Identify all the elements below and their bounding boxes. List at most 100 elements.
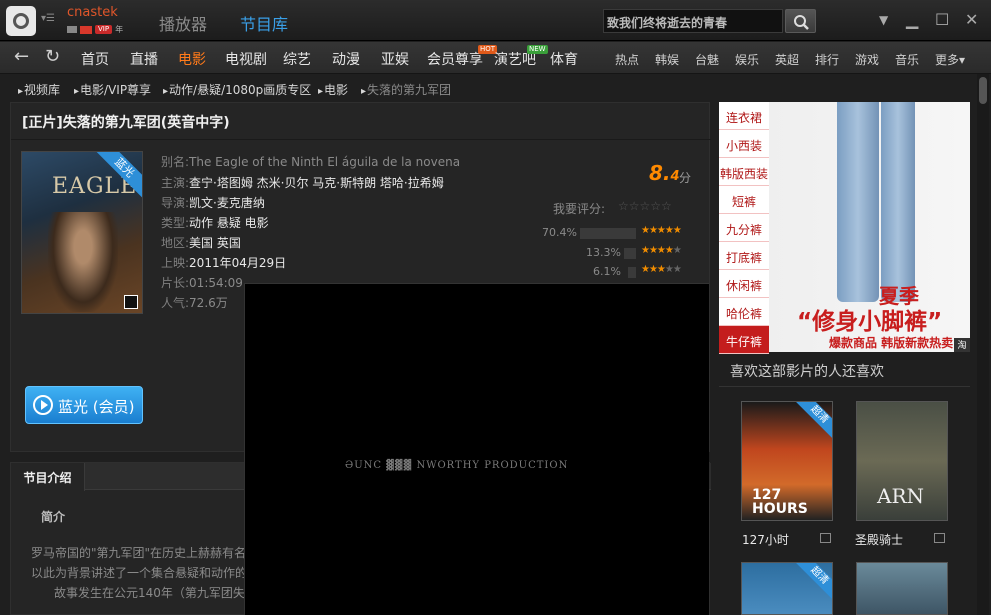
back-arrow-icon[interactable]: ← bbox=[14, 46, 29, 67]
nav-right-epl[interactable]: 英超 bbox=[775, 51, 799, 68]
score-unit: 分 bbox=[679, 171, 692, 185]
intro-line: 故事发生在公元140年（第九军团失 bbox=[54, 586, 245, 600]
popularity-value: 72.6万 bbox=[189, 296, 228, 310]
nav-item-sports[interactable]: 体育 bbox=[550, 49, 578, 69]
nav-right-taiwan[interactable]: 台魅 bbox=[695, 51, 719, 68]
jeans-image bbox=[837, 102, 879, 302]
crumb-movie-vip[interactable]: 电影/VIP尊享 bbox=[74, 81, 151, 98]
nav-item-movie[interactable]: 电影 bbox=[178, 49, 206, 69]
alias-row: 别名:The Eagle of the Ninth El águila de l… bbox=[161, 155, 461, 169]
region-value[interactable]: 美国 英国 bbox=[189, 236, 241, 250]
search-button[interactable] bbox=[785, 9, 816, 33]
director-row: 导演:凯文·麦克唐纳 bbox=[161, 196, 265, 210]
vip-badge: VIP bbox=[95, 25, 113, 34]
intro-line: 以此为背景讲述了一个集合悬疑和动作的 bbox=[31, 566, 248, 580]
intro-line: 罗马帝国的"第九军团"在历史上赫赫有名 bbox=[31, 546, 247, 560]
alias-value: The Eagle of the Ninth El águila de la n… bbox=[189, 155, 461, 169]
popularity-row: 人气:72.6万 bbox=[161, 296, 228, 310]
nav-right-ent[interactable]: 娱乐 bbox=[735, 51, 759, 68]
user-name[interactable]: cnastek bbox=[67, 5, 118, 20]
new-tag: NEW bbox=[527, 45, 548, 54]
close-icon[interactable]: ✕ bbox=[965, 10, 978, 29]
title-bar: ▾☰ cnastek VIP 年 播放器 节目库 致我们终将逝去的青春 ▼ ▁ … bbox=[0, 0, 991, 41]
divider bbox=[11, 139, 711, 140]
nav-item-variety[interactable]: 综艺 bbox=[283, 49, 311, 69]
dropdown-icon[interactable]: ▼ bbox=[879, 13, 888, 27]
nav-item-asia[interactable]: 亚娱 bbox=[381, 49, 409, 69]
ad-item[interactable]: 短裤 bbox=[719, 186, 769, 214]
nav-right-music[interactable]: 音乐 bbox=[895, 51, 919, 68]
recommend-poster[interactable]: ARN bbox=[856, 401, 948, 521]
ad-menu: 连衣裙 小西装 韩版西装 短裤 九分裤 打底裤 休闲裤 哈伦裤 牛仔裤 bbox=[719, 102, 769, 354]
video-player[interactable]: ƏUNC ▓▓▓ NWORTHY PRODUCTION bbox=[244, 283, 709, 615]
poster-title: 127 HOURS bbox=[752, 487, 808, 517]
nav-right-hot[interactable]: 热点 bbox=[615, 51, 639, 68]
poster-title: ARN bbox=[877, 484, 925, 508]
nav-right-rank[interactable]: 排行 bbox=[815, 51, 839, 68]
tab-intro[interactable]: 节目介绍 bbox=[11, 463, 85, 491]
ad-banner[interactable]: 连衣裙 小西装 韩版西装 短裤 九分裤 打底裤 休闲裤 哈伦裤 牛仔裤 夏季 “… bbox=[719, 102, 970, 354]
menu-icon[interactable]: ▾☰ bbox=[41, 13, 55, 24]
search-input[interactable]: 致我们终将逝去的青春 bbox=[603, 9, 783, 33]
divider bbox=[719, 386, 970, 387]
year-badge: 年 bbox=[115, 25, 124, 34]
recommend-name[interactable]: 127小时 bbox=[742, 531, 789, 548]
ad-item[interactable]: 九分裤 bbox=[719, 214, 769, 242]
poster-figure bbox=[48, 212, 118, 312]
release-row: 上映:2011年04月29日 bbox=[161, 256, 287, 270]
scrollbar[interactable] bbox=[977, 74, 989, 615]
level-icon bbox=[67, 26, 77, 33]
recommend-poster[interactable]: 127 HOURS 超清 bbox=[741, 401, 833, 521]
nav-item-home[interactable]: 首页 bbox=[81, 49, 109, 69]
nav-bar: ← ↻ 首页 直播 电影 电视剧 综艺 动漫 亚娱 会员尊享 HOT 演艺吧 N… bbox=[0, 42, 991, 74]
ad-item[interactable]: 打底裤 bbox=[719, 242, 769, 270]
ad-headline: “修身小脚裤” bbox=[797, 309, 943, 335]
nav-item-tv[interactable]: 电视剧 bbox=[225, 49, 267, 69]
play-bluray-button[interactable]: 蓝光 (会员) bbox=[25, 386, 143, 424]
crumb-current: 失落的第九军团 bbox=[361, 81, 451, 98]
scroll-thumb[interactable] bbox=[979, 77, 987, 104]
refresh-icon[interactable]: ↻ bbox=[45, 46, 60, 67]
region-row: 地区:美国 英国 bbox=[161, 236, 241, 250]
ad-image[interactable]: 夏季 “修身小脚裤” 爆款商品 韩版新款热卖 淘 bbox=[769, 102, 970, 352]
genre-row: 类型:动作 悬疑 电影 bbox=[161, 216, 269, 230]
crumb-category[interactable]: 动作/悬疑/1080p画质专区 bbox=[163, 81, 311, 98]
director-value[interactable]: 凯文·麦克唐纳 bbox=[189, 196, 265, 210]
ad-item[interactable]: 小西装 bbox=[719, 130, 769, 158]
rate-stars[interactable]: ☆☆☆☆☆ bbox=[618, 199, 672, 213]
flag-icon bbox=[80, 25, 92, 34]
rating-row-5: 70.4% ★★★★★ bbox=[542, 225, 682, 239]
crumb-movie[interactable]: 电影 bbox=[318, 81, 348, 98]
playlist-icon[interactable] bbox=[934, 533, 945, 543]
expand-icon[interactable] bbox=[124, 295, 138, 309]
crumb-library[interactable]: 视频库 bbox=[18, 81, 60, 98]
duration-row: 片长:01:54:09 bbox=[161, 276, 243, 290]
ad-item[interactable]: 休闲裤 bbox=[719, 270, 769, 298]
tab-player[interactable]: 播放器 bbox=[159, 11, 207, 35]
minimize-icon[interactable]: ▁ bbox=[906, 10, 918, 29]
maximize-icon[interactable]: ☐ bbox=[935, 10, 949, 29]
recommend-title: 喜欢这部影片的人还喜欢 bbox=[730, 364, 884, 380]
nav-right-korea[interactable]: 韩娱 bbox=[655, 51, 679, 68]
nav-item-vip[interactable]: 会员尊享 bbox=[427, 49, 483, 69]
ad-item[interactable]: 哈伦裤 bbox=[719, 298, 769, 326]
breadcrumb: 视频库 电影/VIP尊享 动作/悬疑/1080p画质专区 电影 失落的第九军团 bbox=[0, 75, 980, 101]
tab-library[interactable]: 节目库 bbox=[240, 11, 288, 35]
nav-item-anime[interactable]: 动漫 bbox=[332, 49, 360, 69]
recommend-poster[interactable]: 超清 bbox=[741, 562, 833, 615]
app-logo-icon[interactable] bbox=[6, 6, 36, 36]
recommend-poster[interactable] bbox=[856, 562, 948, 615]
movie-poster[interactable]: EAGLE 蓝光 bbox=[21, 151, 143, 314]
nav-right-more[interactable]: 更多▾ bbox=[935, 51, 965, 68]
nav-item-live[interactable]: 直播 bbox=[130, 49, 158, 69]
hd-tag: 超清 bbox=[789, 402, 832, 445]
ad-item[interactable]: 连衣裙 bbox=[719, 102, 769, 130]
intro-subtitle: 简介 bbox=[41, 510, 66, 524]
genre-value[interactable]: 动作 悬疑 电影 bbox=[189, 216, 269, 230]
ad-item[interactable]: 牛仔裤 bbox=[719, 326, 769, 354]
nav-right-games[interactable]: 游戏 bbox=[855, 51, 879, 68]
ad-item[interactable]: 韩版西装 bbox=[719, 158, 769, 186]
playlist-icon[interactable] bbox=[820, 533, 831, 543]
cast-value[interactable]: 查宁·塔图姆 杰米·贝尔 马克·斯特朗 塔哈·拉希姆 bbox=[189, 176, 444, 190]
recommend-name[interactable]: 圣殿骑士 bbox=[855, 531, 903, 548]
